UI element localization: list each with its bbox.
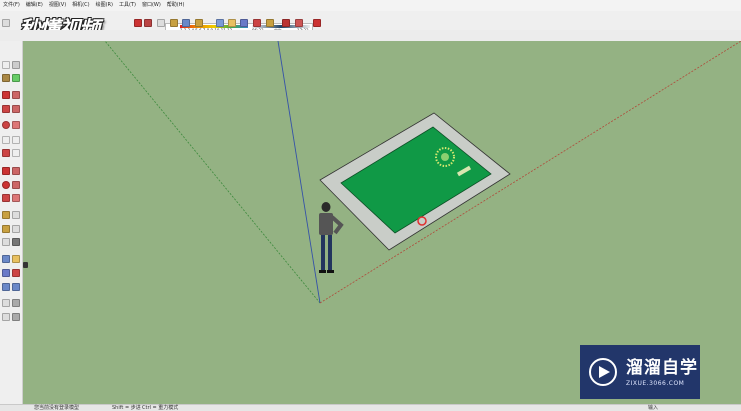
tape-measure-icon[interactable] bbox=[170, 19, 178, 27]
look-around-icon[interactable] bbox=[12, 299, 20, 307]
3d-text-icon[interactable] bbox=[12, 238, 20, 246]
status-mode2: Ctrl = 重力模式 bbox=[142, 405, 179, 411]
zoom-window-tool-icon[interactable] bbox=[12, 269, 20, 277]
walk-icon[interactable] bbox=[2, 313, 10, 321]
tape-icon[interactable] bbox=[2, 211, 10, 219]
line-icon[interactable] bbox=[2, 91, 10, 99]
menu-window[interactable]: 窗口(W) bbox=[139, 0, 164, 11]
menu-tools[interactable]: 工具(T) bbox=[116, 0, 139, 11]
orbit-tool-icon[interactable] bbox=[2, 255, 10, 263]
zoom-tool-icon[interactable] bbox=[2, 269, 10, 277]
make-component-icon[interactable] bbox=[12, 74, 20, 82]
green-axis-line bbox=[104, 41, 321, 304]
zoom-icon[interactable] bbox=[240, 19, 248, 27]
zoom-extents-tool-icon[interactable] bbox=[2, 283, 10, 291]
axes-icon[interactable] bbox=[2, 238, 10, 246]
menu-help[interactable]: 帮助(H) bbox=[164, 0, 188, 11]
viewport-handle[interactable] bbox=[23, 262, 28, 268]
scale-icon[interactable] bbox=[2, 194, 10, 202]
zoom-window-icon[interactable] bbox=[253, 19, 261, 27]
play-triangle-icon bbox=[589, 358, 617, 386]
components-icon[interactable] bbox=[295, 19, 303, 27]
freehand-icon[interactable] bbox=[12, 91, 20, 99]
position-camera-icon[interactable] bbox=[2, 299, 10, 307]
three-point-arc-icon[interactable] bbox=[12, 149, 20, 157]
separator-icon bbox=[157, 19, 165, 27]
dimension-icon[interactable] bbox=[182, 19, 190, 27]
pie-icon[interactable] bbox=[2, 149, 10, 157]
main-toolbar: 1 2 3 4 5 6 7 8 9 10 11 12 06:33 中午 17:3… bbox=[0, 11, 741, 33]
pool-ornament-center bbox=[441, 153, 449, 161]
watermark-title: 溜溜自学 bbox=[626, 357, 698, 378]
select-icon[interactable] bbox=[2, 61, 10, 69]
menu-camera[interactable]: 相机(C) bbox=[69, 0, 92, 11]
arc-icon[interactable] bbox=[2, 136, 10, 144]
pan-icon[interactable] bbox=[228, 19, 236, 27]
paint-bucket-icon[interactable] bbox=[2, 74, 10, 82]
offset-icon[interactable] bbox=[144, 19, 152, 27]
dimensions-icon[interactable] bbox=[12, 211, 20, 219]
text-icon[interactable] bbox=[12, 225, 20, 233]
orbit-icon[interactable] bbox=[216, 19, 224, 27]
offset-tool-icon[interactable] bbox=[12, 194, 20, 202]
status-mode: Shift = 步进 bbox=[112, 405, 141, 411]
measurements-label: 输入 bbox=[648, 405, 659, 411]
polygon-icon[interactable] bbox=[12, 121, 20, 129]
rotate-icon[interactable] bbox=[134, 19, 142, 27]
push-pull-icon[interactable] bbox=[12, 167, 20, 175]
follow-me-icon[interactable] bbox=[12, 181, 20, 189]
rotate-tool-icon[interactable] bbox=[2, 181, 10, 189]
pan-tool-icon[interactable] bbox=[12, 255, 20, 263]
menu-draw[interactable]: 绘图(R) bbox=[93, 0, 116, 11]
extension-icon[interactable] bbox=[313, 19, 321, 27]
move-icon[interactable] bbox=[2, 167, 10, 175]
eraser-icon[interactable] bbox=[12, 61, 20, 69]
watermark-badge: 溜溜自学 ZIXUE.3066.COM bbox=[580, 345, 700, 399]
menu-file[interactable]: 文件(F) bbox=[0, 0, 23, 11]
zoom-extents-icon[interactable] bbox=[266, 19, 274, 27]
rotated-rectangle-icon[interactable] bbox=[12, 105, 20, 113]
warehouse-icon[interactable] bbox=[282, 19, 290, 27]
section-plane-icon[interactable] bbox=[12, 313, 20, 321]
person-figure bbox=[319, 202, 344, 273]
select-tool-icon[interactable] bbox=[2, 19, 10, 27]
circle-icon[interactable] bbox=[2, 121, 10, 129]
menu-edit[interactable]: 编辑(E) bbox=[23, 0, 46, 11]
two-point-arc-icon[interactable] bbox=[12, 136, 20, 144]
rectangle-icon[interactable] bbox=[2, 105, 10, 113]
watermark-url: ZIXUE.3066.COM bbox=[626, 379, 685, 387]
left-tool-palette bbox=[0, 41, 23, 404]
previous-view-icon[interactable] bbox=[12, 283, 20, 291]
menu-view[interactable]: 视图(V) bbox=[46, 0, 69, 11]
protractor-tool-icon[interactable] bbox=[2, 225, 10, 233]
protractor-icon[interactable] bbox=[195, 19, 203, 27]
blue-axis-line bbox=[277, 41, 321, 304]
status-hint: 您当前没有登录模型 bbox=[34, 405, 80, 411]
